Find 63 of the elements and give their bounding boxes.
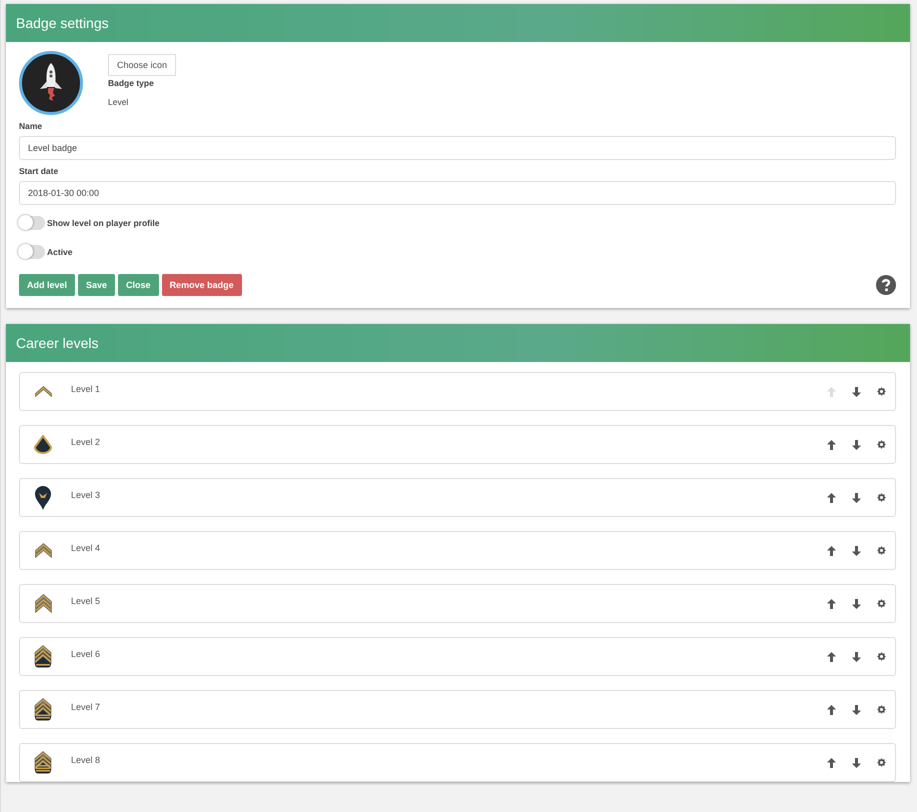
insignia-icon [34,751,52,774]
down-arrow-icon[interactable] [852,386,861,396]
down-arrow-icon[interactable] [852,546,861,556]
panel-title: Badge settings [16,15,109,31]
help-icon[interactable] [876,275,896,295]
name-field[interactable]: Level badge [19,136,896,160]
down-arrow-icon[interactable] [852,758,861,768]
choose-icon-button[interactable]: Choose icon [108,54,176,76]
remove-button[interactable]: Remove badge [162,274,242,296]
insignia-icon [34,542,52,558]
level-name: Level 1 [71,384,100,394]
level-name: Level 2 [71,436,100,446]
settings-icon[interactable] [877,599,886,608]
rocket-icon [19,51,83,115]
settings-icon[interactable] [877,705,886,714]
name-label: Name [19,121,44,131]
down-arrow-icon[interactable] [852,704,861,714]
level-name: Level 8 [71,754,100,764]
up-arrow-icon[interactable] [827,704,836,714]
insignia-icon [34,594,52,614]
level-row[interactable]: Level 8 [19,743,896,782]
up-arrow-icon[interactable] [827,598,836,608]
level-row[interactable]: Level 3 [19,478,896,517]
level-row[interactable]: Level 7 [19,690,896,729]
settings-icon[interactable] [877,546,886,555]
start-date-label: Start date [19,166,60,176]
level-name: Level 6 [71,648,100,658]
up-arrow-icon[interactable] [827,546,836,556]
down-arrow-icon[interactable] [852,440,861,450]
insignia-icon [34,386,52,398]
toggle-switch[interactable] [19,245,45,259]
level-name: Level 7 [71,702,100,712]
settings-icon[interactable] [877,493,886,502]
insignia-icon [34,484,52,510]
level-row[interactable]: Level 5 [19,584,896,623]
level-name: Level 5 [71,596,100,606]
level-name: Level 3 [71,490,100,500]
insignia-icon [34,435,52,454]
insignia-icon [34,698,52,721]
badge-type-label: Badge type [108,78,154,88]
toggle-label: Show level on player profile [47,218,160,228]
up-arrow-icon[interactable] [827,758,836,768]
settings-icon[interactable] [877,652,886,661]
panel-title: Career levels [16,335,98,351]
settings-icon[interactable] [877,758,886,767]
down-arrow-icon[interactable] [852,492,861,502]
level-row[interactable]: Level 6 [19,637,896,676]
up-arrow-icon[interactable] [827,652,836,662]
level-row[interactable]: Level 2 [19,425,896,464]
settings-icon[interactable] [877,440,886,449]
insignia-icon [34,645,52,668]
level-row[interactable]: Level 1 [19,372,896,411]
start-date-field[interactable]: 2018-01-30 00:00 [19,181,896,205]
level-name: Level 4 [71,542,100,552]
up-arrow-icon[interactable] [827,492,836,502]
settings-icon[interactable] [877,387,886,396]
down-arrow-icon[interactable] [852,652,861,662]
up-arrow-icon[interactable] [827,440,836,450]
toggle-label: Active [47,247,73,257]
toggle-switch[interactable] [19,216,45,230]
level-row[interactable]: Level 4 [19,531,896,570]
badge-type-value: Level [108,97,128,107]
down-arrow-icon[interactable] [852,598,861,608]
